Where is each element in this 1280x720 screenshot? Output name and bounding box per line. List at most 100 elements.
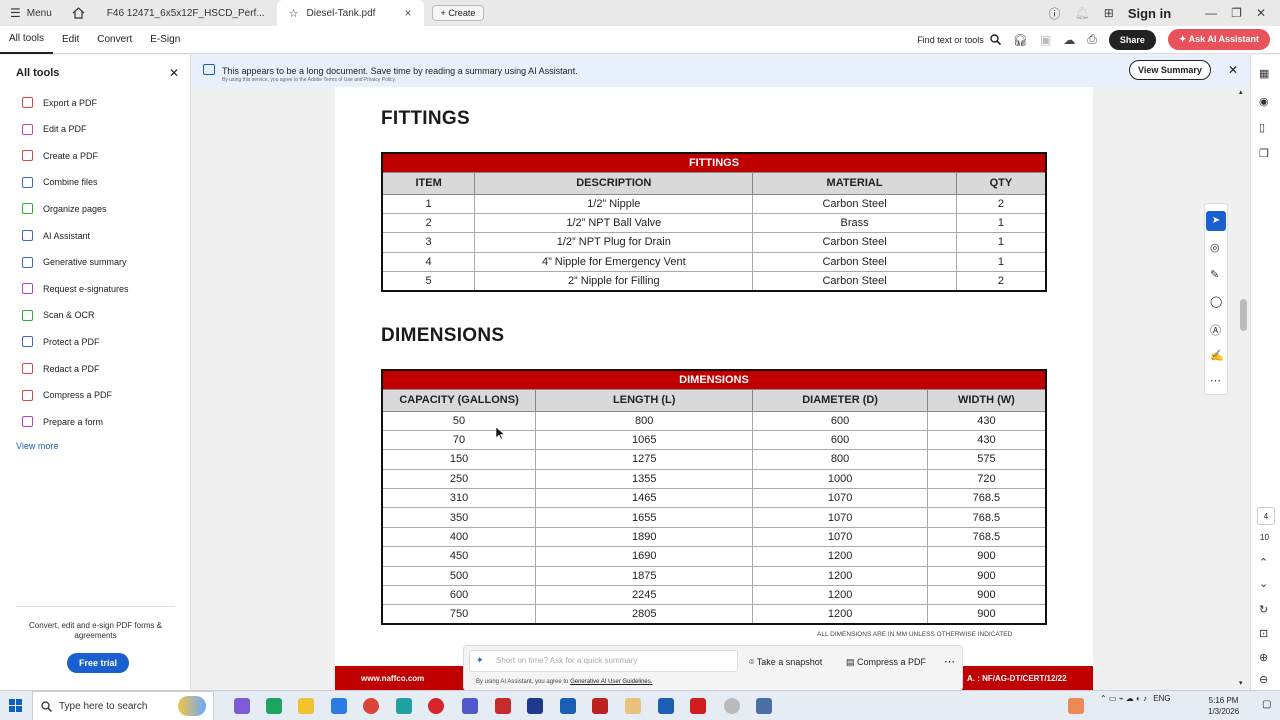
print-icon[interactable]: ⎙ bbox=[1087, 32, 1097, 47]
tool-item-generative-summary[interactable]: Generative summary bbox=[22, 256, 127, 268]
view-more-link[interactable]: View more bbox=[16, 441, 58, 451]
save-icon[interactable]: ▣ bbox=[1040, 33, 1051, 47]
panel-toggle-icon[interactable]: ▦ bbox=[1259, 67, 1269, 80]
fill-sign-icon[interactable]: ✍ bbox=[1210, 349, 1224, 362]
select-cursor-icon[interactable]: ➤ bbox=[1206, 211, 1226, 231]
teams-icon[interactable] bbox=[462, 698, 478, 714]
mail-icon[interactable] bbox=[331, 698, 347, 714]
tab-pdf-1[interactable]: F46 12471_6x5x12F_HSCD_Perf... bbox=[95, 0, 277, 26]
scroll-thumb[interactable] bbox=[1240, 299, 1247, 331]
rotate-icon[interactable]: ↻ bbox=[1259, 603, 1268, 616]
vertical-scrollbar[interactable]: ▴ ▾ bbox=[1237, 87, 1250, 690]
edge-icon[interactable] bbox=[266, 698, 282, 714]
zoom-in-icon[interactable]: ⊕ bbox=[1259, 651, 1268, 664]
mouse-cursor-icon bbox=[496, 427, 505, 440]
help-icon[interactable]: ⓘ bbox=[1049, 5, 1061, 22]
tool-item-combine-files[interactable]: Combine files bbox=[22, 176, 98, 188]
mcafee-icon[interactable] bbox=[592, 698, 608, 714]
more-options-icon[interactable]: ⋯ bbox=[944, 655, 955, 668]
tool-item-export-a-pdf[interactable]: Export a PDF bbox=[22, 97, 97, 108]
draw-lasso-icon[interactable]: ◯ bbox=[1210, 295, 1222, 308]
menu-button[interactable]: ☰ Menu bbox=[0, 0, 62, 26]
file-explorer-icon[interactable] bbox=[298, 698, 314, 714]
system-tray[interactable]: ⌃ ▭ ⌁ ☁ ◐ ♪ ENG bbox=[1100, 694, 1171, 703]
menu-all-tools[interactable]: All tools bbox=[0, 26, 54, 54]
clock-time: 5:16 PM bbox=[1208, 696, 1239, 705]
app-2-icon[interactable] bbox=[724, 698, 740, 714]
skype-icon[interactable] bbox=[396, 698, 412, 714]
headphones-icon[interactable]: 🎧︎ bbox=[1013, 33, 1028, 47]
maximize-icon[interactable]: ❐ bbox=[1231, 6, 1242, 20]
ask-ai-assistant-button[interactable]: ✦ Ask AI Assistant bbox=[1167, 29, 1270, 50]
view-summary-button[interactable]: View Summary bbox=[1129, 60, 1211, 80]
acrobat-icon[interactable] bbox=[495, 698, 511, 714]
more-tools-icon[interactable]: ⋯ bbox=[1210, 374, 1221, 387]
page-up-icon[interactable]: ⌃ bbox=[1259, 556, 1268, 569]
zoom-out-icon[interactable]: ⊖ bbox=[1259, 673, 1268, 686]
copilot-icon[interactable] bbox=[234, 698, 250, 714]
tool-item-redact-a-pdf[interactable]: Redact a PDF bbox=[22, 363, 100, 374]
tab-diesel-tank[interactable]: ☆ Diesel-Tank.pdf × bbox=[276, 0, 424, 26]
weather-icon[interactable] bbox=[1068, 698, 1084, 714]
fit-page-icon[interactable]: ⊡ bbox=[1259, 627, 1268, 640]
ai-summary-input[interactable]: Short on time? Ask for a quick summary bbox=[469, 650, 738, 672]
copy-pages-icon[interactable]: ❒ bbox=[1259, 147, 1269, 160]
folder-app-icon[interactable] bbox=[625, 698, 641, 714]
share-button[interactable]: Share bbox=[1108, 29, 1156, 50]
current-page-field[interactable]: 4 bbox=[1257, 507, 1275, 525]
close-tab-icon[interactable]: × bbox=[405, 6, 412, 20]
highlight-pen-icon[interactable]: ✎ bbox=[1210, 268, 1219, 281]
find-tools-button[interactable]: Find text or tools bbox=[917, 34, 1001, 45]
acrobat-active-icon[interactable] bbox=[690, 698, 706, 714]
menu-esign[interactable]: E-Sign bbox=[141, 26, 189, 54]
notifications-icon[interactable]: ▢ bbox=[1262, 699, 1271, 710]
close-window-icon[interactable]: ✕ bbox=[1256, 6, 1266, 20]
menu-convert[interactable]: Convert bbox=[88, 26, 141, 54]
table-cell: 250 bbox=[381, 468, 537, 490]
chrome-icon[interactable] bbox=[363, 698, 379, 714]
column-header: DESCRIPTION bbox=[474, 171, 754, 195]
opera-icon[interactable] bbox=[428, 698, 444, 714]
compress-button[interactable]: ▤ Compress a PDF bbox=[846, 657, 926, 668]
home-icon[interactable] bbox=[62, 7, 95, 19]
tool-item-request-e-signatures[interactable]: Request e-signatures bbox=[22, 283, 129, 295]
scroll-up-icon[interactable]: ▴ bbox=[1239, 88, 1243, 96]
bell-icon[interactable]: 🔔︎ bbox=[1075, 6, 1090, 20]
bookmark-icon[interactable]: ▯ bbox=[1259, 121, 1265, 134]
text-box-icon[interactable]: Ⓐ bbox=[1210, 322, 1221, 338]
snapshot-button[interactable]: ⌾ Take a snapshot bbox=[749, 657, 822, 668]
tool-item-compress-a-pdf[interactable]: Compress a PDF bbox=[22, 389, 112, 401]
tool-item-scan-ocr[interactable]: Scan & OCR bbox=[22, 309, 95, 321]
scroll-down-icon[interactable]: ▾ bbox=[1239, 679, 1243, 687]
tool-item-ai-assistant[interactable]: AI Assistant bbox=[22, 230, 90, 241]
menu-edit[interactable]: Edit bbox=[53, 26, 88, 54]
create-tab-button[interactable]: + Create bbox=[431, 5, 485, 21]
compress-label: Compress a PDF bbox=[857, 657, 927, 667]
windows-start-icon[interactable] bbox=[9, 699, 22, 712]
page-down-icon[interactable]: ⌄ bbox=[1259, 577, 1268, 590]
apps-grid-icon[interactable]: ⊞ bbox=[1104, 6, 1114, 20]
free-trial-button[interactable]: Free trial bbox=[67, 653, 130, 673]
close-banner-icon[interactable]: ✕ bbox=[1228, 63, 1238, 77]
tool-item-organize-pages[interactable]: Organize pages bbox=[22, 203, 107, 215]
ai-chat-rail-icon[interactable]: ◉ bbox=[1259, 95, 1269, 108]
tool-item-protect-a-pdf[interactable]: Protect a PDF bbox=[22, 336, 100, 348]
close-panel-icon[interactable]: ✕ bbox=[169, 66, 179, 80]
table-cell: 1200 bbox=[752, 604, 928, 625]
tool-item-create-a-pdf[interactable]: Create a PDF bbox=[22, 150, 98, 162]
widgets-icon[interactable] bbox=[178, 696, 206, 716]
ai-guidelines-link[interactable]: Generative AI User Guidelines. bbox=[570, 679, 652, 685]
calculator-icon[interactable] bbox=[756, 698, 772, 714]
system-clock[interactable]: 5:16 PM 1/3/2026 bbox=[1208, 695, 1239, 717]
revit-icon[interactable] bbox=[560, 698, 576, 714]
comment-icon[interactable]: ◎ bbox=[1210, 241, 1220, 254]
revit-2-icon[interactable] bbox=[658, 698, 674, 714]
tool-item-edit-a-pdf[interactable]: Edit a PDF bbox=[22, 123, 87, 135]
upload-cloud-icon[interactable]: ☁ bbox=[1063, 33, 1075, 47]
minimize-icon[interactable]: — bbox=[1205, 6, 1217, 20]
sign-in-link[interactable]: Sign in bbox=[1128, 6, 1171, 21]
tool-label: Export a PDF bbox=[43, 97, 98, 108]
tool-item-prepare-a-form[interactable]: Prepare a form bbox=[22, 416, 103, 428]
language-indicator[interactable]: ENG bbox=[1153, 694, 1170, 703]
app-icon[interactable] bbox=[527, 698, 543, 714]
